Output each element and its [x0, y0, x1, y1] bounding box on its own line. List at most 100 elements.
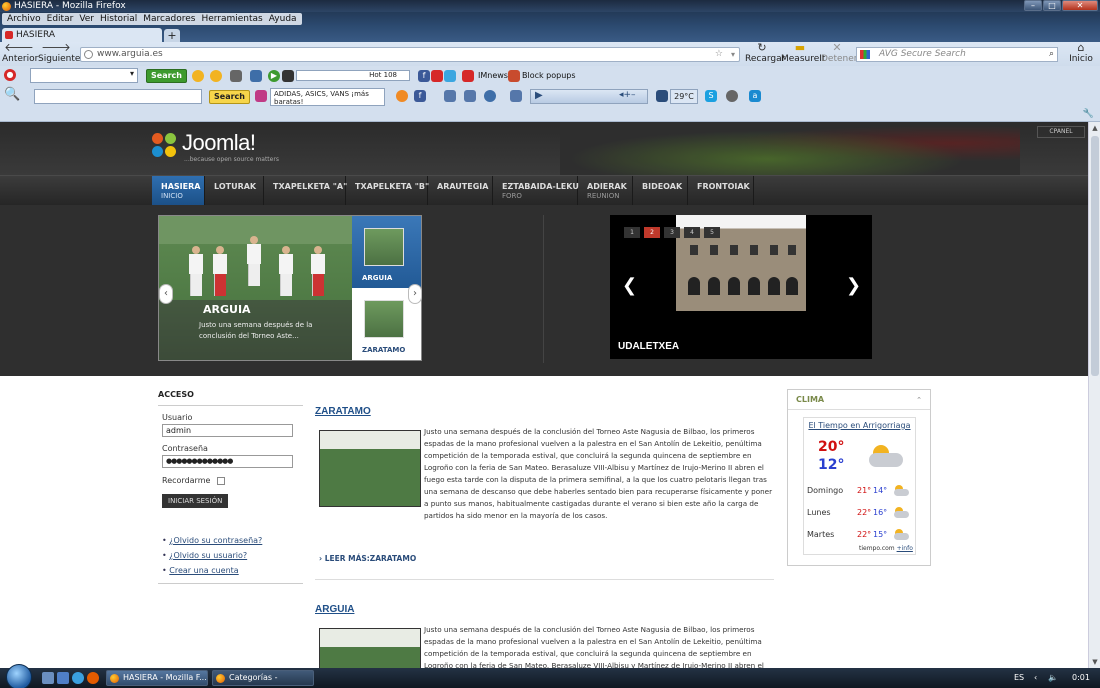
wrench-icon[interactable]: 🔧: [1083, 109, 1094, 119]
menu-editar[interactable]: Editar: [44, 13, 77, 25]
world-icon[interactable]: [484, 90, 496, 102]
stop-media-icon[interactable]: [282, 70, 294, 82]
facebook-icon[interactable]: f: [418, 70, 430, 82]
language-indicator[interactable]: ES: [1014, 668, 1024, 688]
slider-caption-title[interactable]: ARGUIA: [203, 303, 251, 316]
forgot-password-link[interactable]: ¿Olvido su contraseña?: [169, 536, 262, 545]
cpanel-link[interactable]: CPANEL: [1037, 126, 1085, 138]
menu-marcadores[interactable]: Marcadores: [140, 13, 198, 25]
smiley-icon[interactable]: [192, 70, 204, 82]
forward-button[interactable]: 🡒 Siguiente: [38, 42, 80, 65]
switch-windows-icon[interactable]: [57, 672, 69, 684]
tray-expand-icon[interactable]: ‹: [1034, 668, 1037, 688]
show-desktop-icon[interactable]: [42, 672, 54, 684]
toolbar-logo-icon[interactable]: ●: [4, 69, 16, 81]
menu-item-hasiera[interactable]: HASIERA INICIO: [152, 176, 205, 206]
radio-station-select[interactable]: Hot 108: [296, 70, 410, 81]
glasses-icon[interactable]: [230, 70, 242, 82]
pager-3[interactable]: 3: [664, 227, 680, 238]
clock[interactable]: 0:01: [1072, 668, 1090, 688]
new-tab-button[interactable]: +: [164, 29, 180, 42]
menu-historial[interactable]: Historial: [97, 13, 140, 25]
more-info-link[interactable]: +info: [897, 545, 913, 552]
login-button[interactable]: INICIAR SESIÓN: [162, 494, 229, 508]
maximize-button[interactable]: □: [1043, 0, 1061, 11]
toolbar-search-dropdown[interactable]: ▾: [30, 68, 138, 83]
image-slider-next-icon[interactable]: ❯: [846, 275, 861, 296]
start-button[interactable]: [6, 664, 32, 688]
pager-2[interactable]: 2: [644, 227, 660, 238]
slider-prev-button[interactable]: ‹: [159, 284, 173, 304]
temperature-badge[interactable]: 29°C: [670, 89, 698, 104]
taskbar-item-categorias[interactable]: Categorías - webem...: [212, 670, 314, 688]
bookmark-star-icon[interactable]: ☆: [715, 48, 723, 61]
toolbar-search-button-2[interactable]: Search: [209, 90, 250, 104]
scroll-down-icon[interactable]: ▼: [1089, 658, 1100, 666]
menu-item-txapelketa-a[interactable]: TXAPELKETA "A": [264, 176, 347, 206]
menu-item-eztabaida-leku[interactable]: EZTABAIDA-LEKU FORO: [493, 176, 579, 206]
reload-button[interactable]: ↻ Recargar: [745, 42, 785, 65]
pager-4[interactable]: 4: [684, 227, 700, 238]
taskbar-item-firefox[interactable]: HASIERA - Mozilla F...: [106, 670, 208, 686]
news-slider-image[interactable]: ARGUIA Justo una semana después de la co…: [159, 216, 352, 360]
slider-next-button[interactable]: ›: [408, 284, 422, 304]
block-popups-label[interactable]: Block popups: [522, 71, 576, 80]
volume-icon[interactable]: ◂+–: [619, 90, 636, 100]
menu-item-frontoiak[interactable]: FRONTOIAK: [688, 176, 754, 206]
read-more-link[interactable]: › LEER MÁS:ZARATAMO: [319, 554, 416, 563]
people-icon[interactable]: [444, 90, 456, 102]
weather-toolbar-icon[interactable]: [656, 90, 668, 102]
pager-1[interactable]: 1: [624, 227, 640, 238]
menu-item-loturak[interactable]: LOTURAK: [205, 176, 264, 206]
toolbar-smiley-icon[interactable]: [396, 90, 408, 102]
username-field[interactable]: admin: [162, 424, 293, 437]
skype-icon[interactable]: S: [705, 90, 717, 102]
menu-ver[interactable]: Ver: [76, 13, 97, 25]
app-icon[interactable]: a: [749, 90, 761, 102]
volume-tray-icon[interactable]: 🔈: [1048, 668, 1058, 688]
lightbulb-icon[interactable]: [726, 90, 738, 102]
screen-icon[interactable]: [250, 70, 262, 82]
media-player-bar[interactable]: ▶ ◂+–: [530, 89, 648, 104]
measureit-button[interactable]: ▬ MeasureIt: [781, 42, 825, 65]
menu-item-bideoak[interactable]: BIDEOAK: [633, 176, 688, 206]
url-bar[interactable]: www.arguia.es ☆ ▾: [80, 47, 740, 62]
youtube-icon[interactable]: [431, 70, 443, 82]
avg-search-input[interactable]: AVG Secure Search ⌕: [856, 47, 1058, 62]
firefox-quicklaunch-icon[interactable]: [87, 672, 99, 684]
tab-hasiera[interactable]: HASIERA: [2, 28, 162, 42]
toolbar-search-input[interactable]: [34, 89, 202, 104]
message-icon[interactable]: [510, 90, 522, 102]
ad-text-box[interactable]: ADIDAS, ASICS, VANS ¡más baratas!: [270, 88, 385, 106]
chat-icon[interactable]: [464, 90, 476, 102]
menu-ayuda[interactable]: Ayuda: [266, 13, 300, 25]
collapse-chevron-icon[interactable]: ⌃: [916, 396, 922, 404]
imnews-icon[interactable]: [462, 70, 474, 82]
stop-button[interactable]: ✕ Detener: [821, 42, 857, 65]
twitter-icon[interactable]: [444, 70, 456, 82]
minimize-button[interactable]: –: [1024, 0, 1042, 11]
emoticon-icon[interactable]: [210, 70, 222, 82]
menu-item-txapelketa-b[interactable]: TXAPELKETA "B": [346, 176, 429, 206]
page-scrollbar[interactable]: ▲ ▼: [1088, 122, 1100, 668]
slider-thumb-arguia[interactable]: ARGUIA: [352, 216, 421, 288]
password-field[interactable]: ●●●●●●●●●●●●●: [162, 455, 293, 468]
article-title[interactable]: ARGUIA: [315, 604, 775, 615]
pager-5[interactable]: 5: [704, 227, 720, 238]
menu-herramientas[interactable]: Herramientas: [198, 13, 265, 25]
back-button[interactable]: 🡐 Anterior: [2, 42, 38, 65]
media-play-icon[interactable]: ▶: [535, 90, 543, 101]
block-popups-icon[interactable]: [508, 70, 520, 82]
url-dropdown-icon[interactable]: ▾: [731, 48, 735, 61]
remember-me-checkbox[interactable]: [216, 476, 225, 485]
menu-item-adierak[interactable]: ADIERAK REUNION: [578, 176, 633, 206]
menu-item-arautegia[interactable]: ARAUTEGIA: [428, 176, 493, 206]
search-icon[interactable]: ⌕: [1049, 48, 1054, 61]
scroll-up-icon[interactable]: ▲: [1089, 124, 1100, 132]
create-account-link[interactable]: Crear una cuenta: [169, 566, 238, 575]
article-title[interactable]: ZARATAMO: [315, 406, 775, 417]
facebook-icon-2[interactable]: f: [414, 90, 426, 102]
forgot-username-link[interactable]: ¿Olvido su usuario?: [169, 551, 247, 560]
home-button[interactable]: ⌂ Inicio: [1066, 42, 1096, 65]
menu-archivo[interactable]: Archivo: [4, 13, 44, 25]
